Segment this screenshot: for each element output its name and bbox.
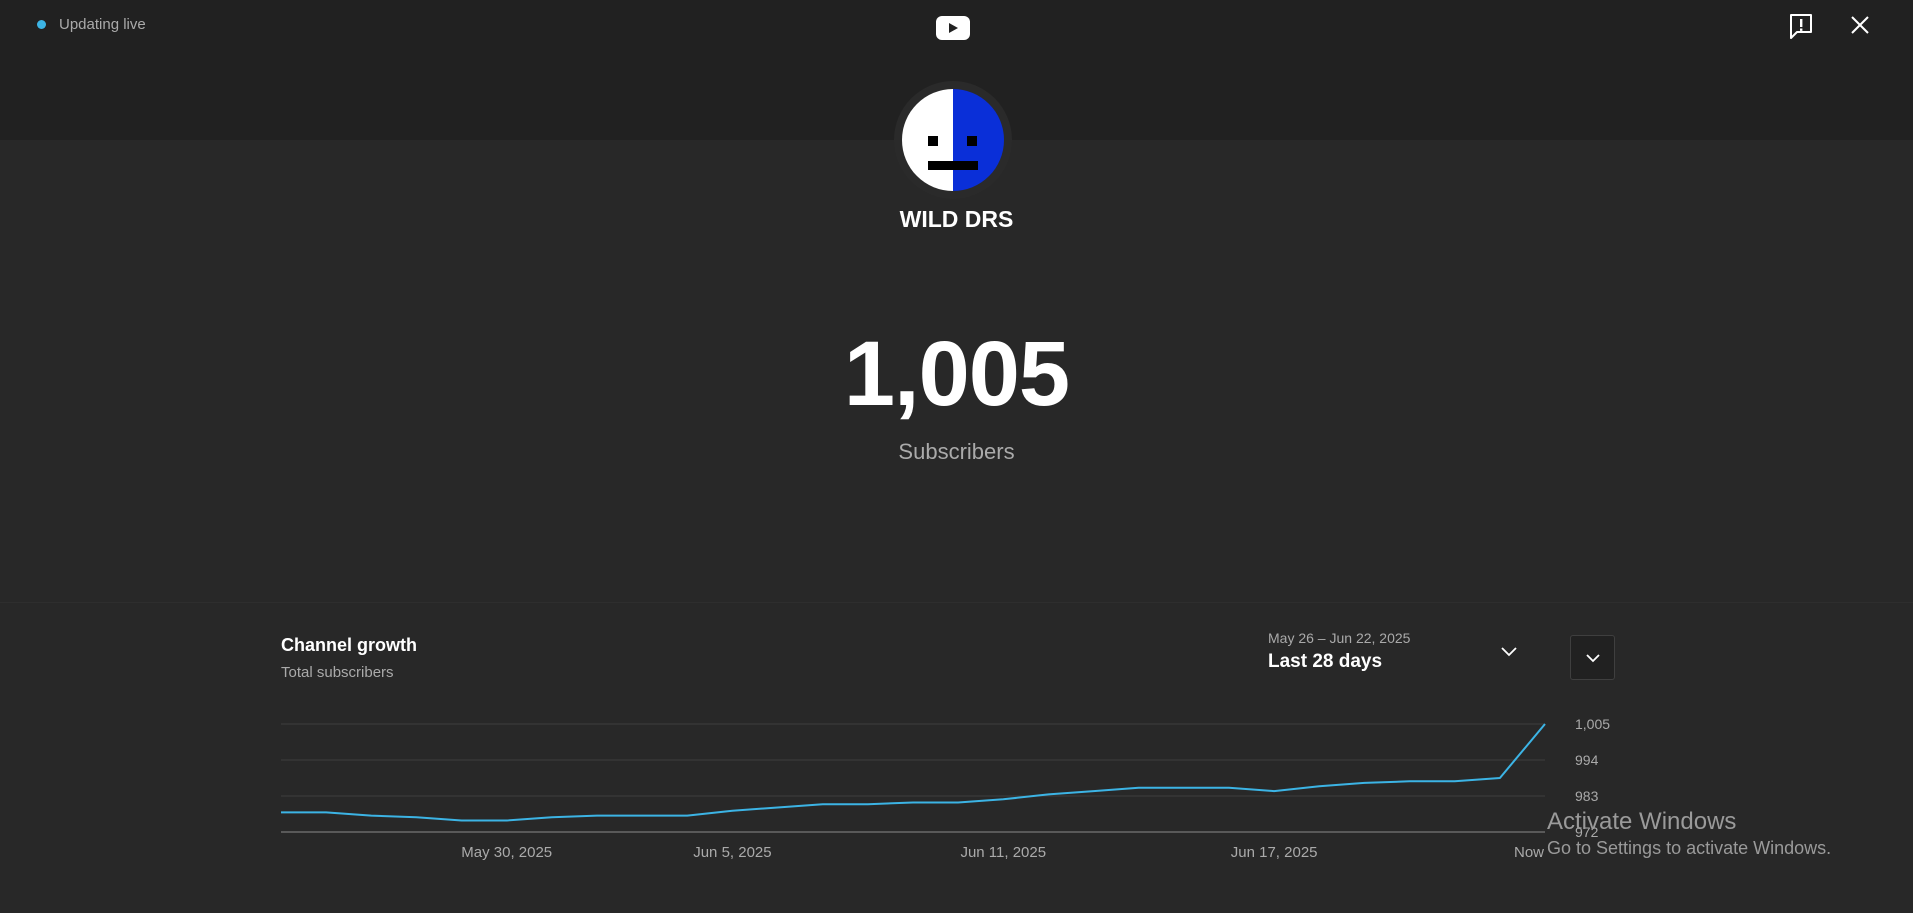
subscriber-series-line	[281, 723, 1546, 822]
activate-windows-watermark: Activate Windows Go to Settings to activ…	[1547, 808, 1831, 859]
activate-windows-subtitle: Go to Settings to activate Windows.	[1547, 838, 1832, 858]
x-tick-label: Jun 17, 2025	[1231, 844, 1318, 861]
y-tick-label: 983	[1575, 788, 1599, 804]
y-tick-label: 994	[1575, 752, 1599, 768]
x-tick-label: Now	[1514, 844, 1544, 861]
subscriber-growth-chart: 1,005994983972May 30, 2025 Jun 5, 2025 Jun…	[281, 716, 1610, 861]
x-tick-label: Jun 5, 2025	[693, 844, 771, 861]
y-tick-label: 1,005	[1575, 716, 1610, 732]
x-tick-label: May 30, 2025	[461, 844, 552, 861]
x-tick-label: Jun 11, 2025	[960, 844, 1046, 861]
activate-windows-title: Activate Windows	[1547, 808, 1737, 835]
